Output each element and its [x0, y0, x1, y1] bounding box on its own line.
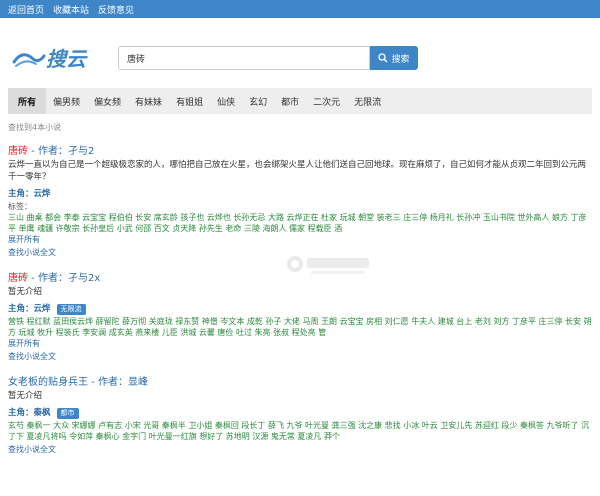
tab-female[interactable]: 偏女频	[87, 88, 128, 114]
tab-urban[interactable]: 都市	[274, 88, 306, 114]
tab-xianxia[interactable]: 仙侠	[210, 88, 242, 114]
tags-label: 标签：	[8, 202, 32, 211]
tab-elder-sister[interactable]: 有姐姐	[169, 88, 210, 114]
tab-male[interactable]: 偏男频	[46, 88, 87, 114]
result-title[interactable]: 女老板的贴身兵王 - 作者：显峰	[8, 376, 592, 390]
result-title[interactable]: 唐砖 - 作者：孑与2x	[8, 272, 592, 286]
search-button[interactable]: 搜索	[370, 46, 418, 70]
result-item: 唐砖 - 作者：孑与2x 暂无介绍 主角：云烨 无限流 营铁 程红默 蓝田侯云烨 …	[8, 272, 592, 362]
feedback-link[interactable]: 反馈意见	[98, 3, 134, 16]
genre-badge[interactable]: 都市	[56, 408, 79, 419]
result-intro: 暂无介绍	[8, 287, 43, 297]
search-input[interactable]	[118, 46, 370, 70]
fulltext-link[interactable]: 查找小说全文	[8, 351, 592, 362]
result-protagonist[interactable]: 主角：云烨	[8, 187, 592, 201]
result-protagonist[interactable]: 主角：秦枫 都市	[8, 406, 592, 420]
category-tabs: 所有 偏男频 偏女频 有妹妹 有姐姐 仙侠 玄幻 都市 二次元 无限流	[8, 88, 592, 114]
result-item: 女老板的贴身兵王 - 作者：显峰 暂无介绍 主角：秦枫 都市 玄芍 秦枫一 大众 …	[8, 376, 592, 455]
home-link[interactable]: 返回首页	[8, 3, 44, 16]
tab-acg[interactable]: 二次元	[306, 88, 347, 114]
fulltext-link[interactable]: 查找小说全文	[8, 444, 592, 455]
search-icon	[378, 53, 388, 63]
expand-all-link[interactable]: 展开所有	[8, 234, 592, 245]
results-list: 唐砖 - 作者：孑与2 云烨一直以为自己是一个超级极恋家的人，哪怕把自己放在火星…	[8, 145, 592, 469]
result-tags[interactable]: 玄芍 秦枫一 大众 宋娜娜 卢有志 小宋 光哥 秦枫半 卫小姐 秦枫回 段长丁 …	[8, 420, 592, 442]
result-item: 唐砖 - 作者：孑与2 云烨一直以为自己是一个超级极恋家的人，哪怕把自己放在火星…	[8, 145, 592, 258]
result-title[interactable]: 唐砖 - 作者：孑与2	[8, 145, 592, 159]
result-count: 查找到4本小说	[8, 123, 62, 132]
top-nav-bar: 返回首页 收藏本站 反馈意见	[0, 0, 600, 18]
result-intro: 云烨一直以为自己是一个超级极恋家的人，哪怕把自己放在火星，也会绑架火星人让他们送…	[8, 160, 587, 182]
genre-badge[interactable]: 无限流	[56, 304, 86, 315]
result-tags[interactable]: 营铁 程红默 蓝田侯云烨 薛留陀 薛万彻 关庭珑 禄东赞 神僧 岑文本 成乾 孙…	[8, 316, 592, 338]
result-protagonist[interactable]: 主角：云烨 无限流	[8, 302, 592, 316]
logo-icon[interactable]: 搜云	[12, 42, 92, 72]
tab-infinite[interactable]: 无限流	[347, 88, 388, 114]
tab-sister[interactable]: 有妹妹	[128, 88, 169, 114]
result-tags[interactable]: 三山 曲桌 都会 李泰 云宝宝 程伯伯 长安 席玄龄 孩子也 云烨也 长孙无忌 …	[8, 212, 592, 234]
bookmark-link[interactable]: 收藏本站	[53, 3, 89, 16]
fulltext-link[interactable]: 查找小说全文	[8, 247, 592, 258]
tab-all[interactable]: 所有	[8, 88, 47, 114]
svg-text:搜云: 搜云	[46, 47, 88, 71]
result-intro: 暂无介绍	[8, 391, 43, 401]
search-button-label: 搜索	[391, 54, 410, 65]
tab-xuanhuan[interactable]: 玄幻	[242, 88, 274, 114]
expand-all-link[interactable]: 展开所有	[8, 338, 592, 349]
